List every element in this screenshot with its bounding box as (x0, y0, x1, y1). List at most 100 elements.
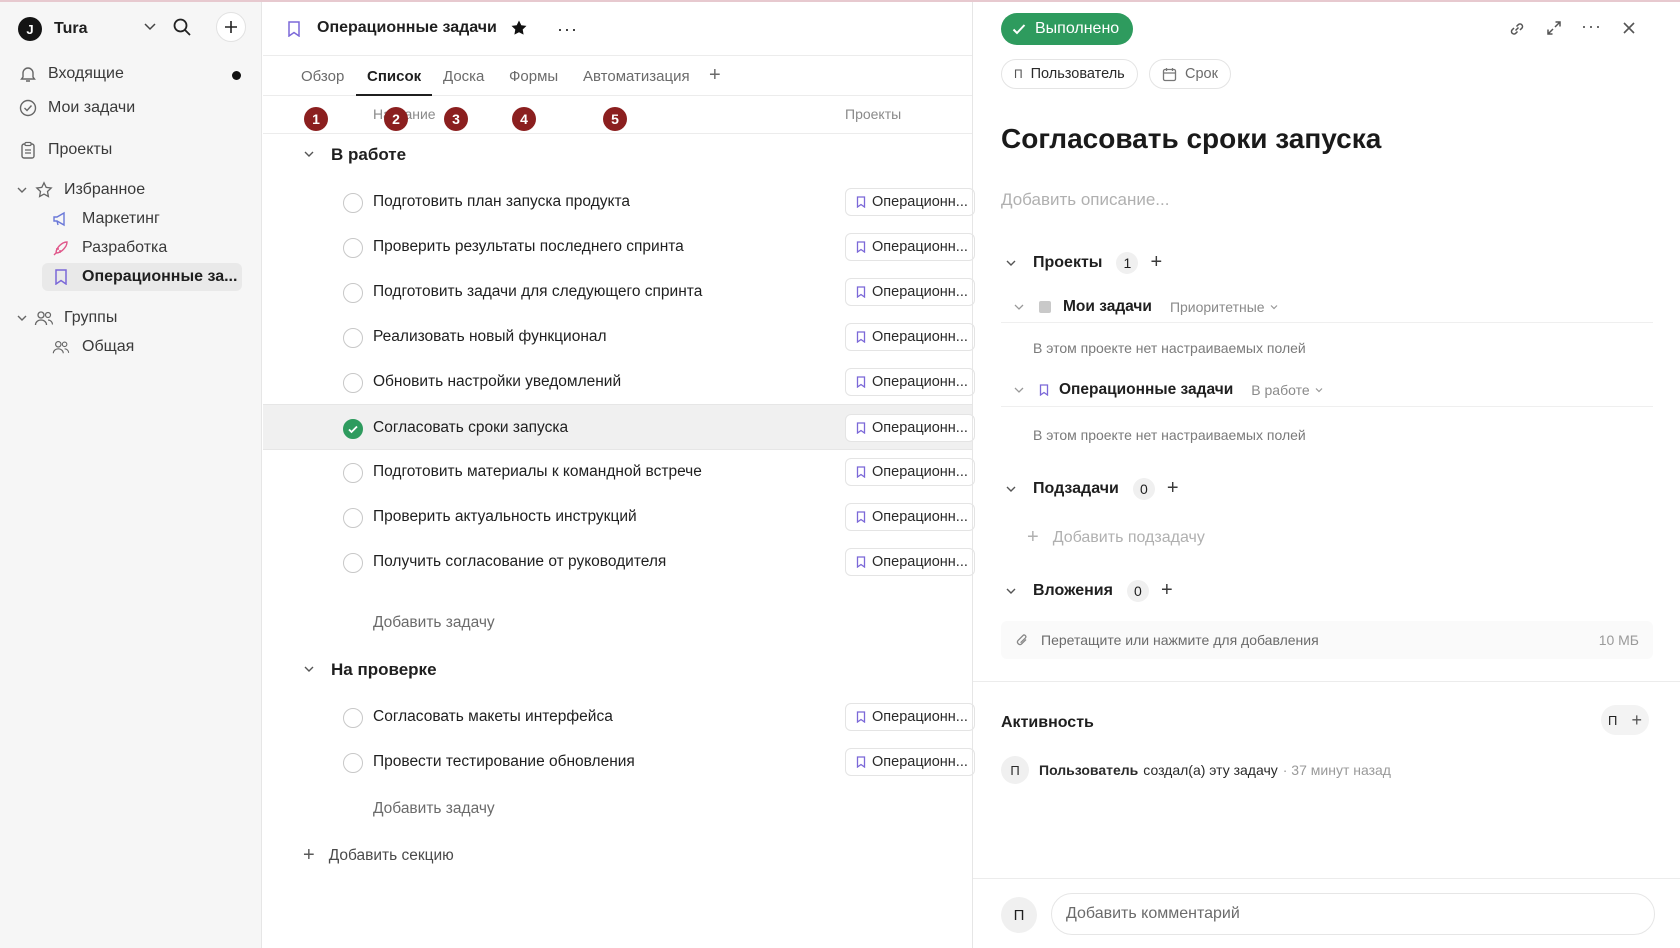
task-checkbox[interactable] (343, 508, 363, 528)
task-name[interactable]: Реализовать новый функционал (373, 328, 607, 346)
expand-icon[interactable] (1546, 20, 1562, 40)
task-checkbox[interactable] (343, 238, 363, 258)
attachment-dropzone[interactable]: Перетащите или нажмите для добавления 10… (1001, 621, 1653, 659)
task-name[interactable]: Проверить актуальность инструкций (373, 508, 637, 526)
task-name[interactable]: Подготовить план запуска продукта (373, 193, 630, 211)
task-project-tag[interactable]: Операционн... (845, 703, 975, 731)
chevron-down-icon[interactable] (1013, 301, 1025, 313)
task-checkbox-checked[interactable] (343, 419, 363, 439)
comment-input[interactable]: Добавить комментарий (1051, 893, 1655, 935)
task-name[interactable]: Проверить результаты последнего спринта (373, 238, 684, 256)
chevron-down-icon[interactable] (16, 312, 28, 324)
task-name[interactable]: Провести тестирование обновления (373, 753, 635, 771)
add-project-icon[interactable]: + (1150, 251, 1162, 274)
followers-control[interactable]: П + (1601, 705, 1649, 735)
sidebar-item-operations[interactable]: Операционные за... (42, 263, 242, 291)
task-row[interactable]: Обновить настройки уведомлений Операцион… (263, 359, 975, 405)
subtasks-section-header[interactable]: Подзадачи 0 + (1001, 477, 1179, 500)
sidebar-item-marketing[interactable]: Маркетинг (42, 205, 242, 233)
nav-my-tasks[interactable]: Мои задачи (18, 94, 135, 122)
search-icon[interactable] (172, 17, 192, 41)
task-row[interactable]: Получить согласование от руководителя Оп… (263, 539, 975, 585)
task-name[interactable]: Согласовать макеты интерфейса (373, 708, 613, 726)
tab-board[interactable]: Доска (443, 68, 484, 85)
create-button[interactable] (216, 12, 246, 42)
add-follower-icon[interactable]: + (1631, 710, 1642, 731)
task-project-tag[interactable]: Операционн... (845, 368, 975, 396)
add-attachment-icon[interactable]: + (1161, 579, 1173, 602)
chevron-down-icon[interactable] (1001, 257, 1021, 269)
task-name[interactable]: Получить согласование от руководителя (373, 553, 666, 571)
task-project-tag[interactable]: Операционн... (845, 414, 975, 442)
section-header[interactable]: В работе (303, 145, 406, 165)
mark-complete-button[interactable]: Выполнено (1001, 13, 1134, 45)
activity-user[interactable]: Пользователь (1039, 762, 1138, 778)
assignee-chip[interactable]: П Пользователь (1001, 59, 1138, 89)
tab-overview[interactable]: Обзор (301, 68, 344, 85)
task-project-tag[interactable]: Операционн... (845, 233, 975, 261)
add-subtask-icon[interactable]: + (1167, 477, 1179, 500)
task-project-tag[interactable]: Операционн... (845, 458, 975, 486)
task-project-tag[interactable]: Операционн... (845, 503, 975, 531)
add-task-button[interactable]: Добавить задачу (373, 614, 495, 632)
task-row[interactable]: Провести тестирование обновления Операци… (263, 739, 975, 785)
task-row[interactable]: Согласовать макеты интерфейса Операционн… (263, 694, 975, 740)
task-checkbox[interactable] (343, 753, 363, 773)
task-project-tag[interactable]: Операционн... (845, 548, 975, 576)
chevron-down-icon[interactable] (1001, 483, 1021, 495)
task-name[interactable]: Обновить настройки уведомлений (373, 373, 621, 391)
chevron-down-icon[interactable] (1001, 585, 1021, 597)
link-icon[interactable] (1508, 20, 1526, 42)
nav-groups[interactable]: Группы (16, 304, 117, 332)
task-project-tag[interactable]: Операционн... (845, 188, 975, 216)
column-projects[interactable]: Проекты (845, 106, 901, 122)
chevron-down-icon[interactable] (303, 145, 315, 165)
sidebar-item-general[interactable]: Общая (42, 333, 242, 361)
due-date-chip[interactable]: Срок (1149, 59, 1231, 89)
workspace-switcher[interactable]: J Tura (18, 16, 248, 42)
task-project-tag[interactable]: Операционн... (845, 278, 975, 306)
more-icon[interactable]: ··· (557, 19, 578, 40)
task-checkbox[interactable] (343, 553, 363, 573)
nav-projects[interactable]: Проекты (18, 136, 112, 164)
chevron-down-icon[interactable] (1013, 384, 1025, 396)
chevron-down-icon[interactable] (16, 184, 28, 196)
more-icon[interactable]: ··· (1581, 16, 1602, 37)
project-entry-my-tasks[interactable]: Мои задачи Приоритетные (1013, 298, 1279, 316)
task-checkbox[interactable] (343, 373, 363, 393)
task-checkbox[interactable] (343, 708, 363, 728)
add-task-button[interactable]: Добавить задачу (373, 800, 495, 818)
section-header[interactable]: На проверке (303, 660, 437, 680)
tab-automation[interactable]: Автоматизация (583, 68, 690, 85)
description-field[interactable]: Добавить описание... (1001, 190, 1169, 210)
task-name[interactable]: Подготовить задачи для следующего спринт… (373, 283, 702, 301)
task-checkbox[interactable] (343, 328, 363, 348)
task-name[interactable]: Согласовать сроки запуска (373, 419, 568, 437)
task-title[interactable]: Согласовать сроки запуска (1001, 123, 1381, 155)
task-project-tag[interactable]: Операционн... (845, 748, 975, 776)
nav-inbox[interactable]: Входящие (18, 60, 124, 88)
task-row[interactable]: Подготовить план запуска продукта Операц… (263, 179, 975, 225)
add-section-button[interactable]: + Добавить секцию (303, 844, 454, 867)
attachments-section-header[interactable]: Вложения 0 + (1001, 579, 1173, 602)
sidebar-item-development[interactable]: Разработка (42, 234, 242, 262)
project-status-dropdown[interactable]: В работе (1251, 382, 1323, 398)
add-tab-icon[interactable]: + (709, 64, 721, 87)
task-row[interactable]: Подготовить материалы к командной встреч… (263, 449, 975, 495)
task-row[interactable]: Проверить результаты последнего спринта … (263, 224, 975, 270)
task-checkbox[interactable] (343, 193, 363, 213)
task-row[interactable]: Реализовать новый функционал Операционн.… (263, 314, 975, 360)
nav-favorites[interactable]: Избранное (16, 176, 145, 204)
star-filled-icon[interactable] (510, 19, 528, 41)
task-project-tag[interactable]: Операционн... (845, 323, 975, 351)
add-subtask-button[interactable]: + Добавить подзадачу (1027, 526, 1205, 549)
task-row[interactable]: Проверить актуальность инструкций Операц… (263, 494, 975, 540)
task-checkbox[interactable] (343, 283, 363, 303)
project-entry-operations[interactable]: Операционные задачи В работе (1013, 381, 1324, 399)
projects-section-header[interactable]: Проекты 1 + (1001, 251, 1162, 274)
task-row-selected[interactable]: Согласовать сроки запуска Операционн... (263, 404, 975, 450)
project-status-dropdown[interactable]: Приоритетные (1170, 299, 1279, 315)
chevron-down-icon[interactable] (142, 18, 158, 38)
tab-forms[interactable]: Формы (509, 68, 558, 85)
task-checkbox[interactable] (343, 463, 363, 483)
